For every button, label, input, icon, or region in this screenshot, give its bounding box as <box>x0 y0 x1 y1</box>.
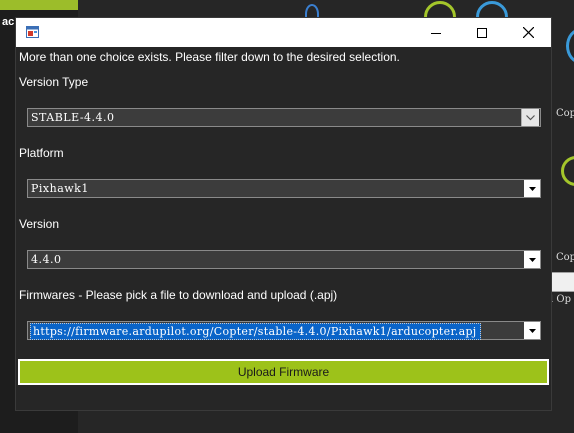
maximize-button[interactable] <box>459 18 505 47</box>
version-label: Version <box>19 217 60 231</box>
firmware-file-value: https://firmware.ardupilot.org/Copter/st… <box>30 323 481 340</box>
minimize-icon <box>431 32 441 34</box>
maximize-icon <box>477 27 487 38</box>
firmware-selection-dialog: More than one choice exists. Please filt… <box>16 18 551 410</box>
close-icon <box>522 27 534 38</box>
close-button[interactable] <box>505 18 551 47</box>
dropdown-button[interactable] <box>521 109 539 126</box>
background-ring-icon <box>566 28 574 64</box>
minimize-button[interactable] <box>413 18 459 47</box>
firmware-file-select[interactable]: https://firmware.ardupilot.org/Copter/st… <box>27 321 541 340</box>
version-type-select[interactable]: STABLE-4.4.0 <box>27 108 541 127</box>
background-button[interactable] <box>551 272 574 292</box>
app-icon <box>26 26 39 38</box>
chevron-down-icon <box>528 328 536 333</box>
dropdown-button[interactable] <box>524 180 540 197</box>
version-value: 4.4.0 <box>31 253 62 266</box>
chevron-down-icon <box>528 257 536 262</box>
instruction-text: More than one choice exists. Please filt… <box>19 50 400 64</box>
background-ring-icon <box>561 156 574 186</box>
background-accent-bar <box>0 0 78 10</box>
dropdown-button[interactable] <box>524 251 540 268</box>
platform-label: Platform <box>19 146 64 160</box>
background-copter-label: Copt <box>556 108 574 119</box>
platform-value: Pixhawk1 <box>31 182 89 195</box>
title-bar[interactable] <box>16 18 551 47</box>
chevron-down-icon <box>528 186 536 191</box>
upload-firmware-button[interactable]: Upload Firmware <box>18 359 549 385</box>
background-copter-label: Copt <box>556 252 574 263</box>
chevron-down-icon <box>526 114 535 120</box>
background-op-label: l Op <box>550 294 571 305</box>
platform-select[interactable]: Pixhawk1 <box>27 179 541 198</box>
dropdown-button[interactable] <box>524 322 540 339</box>
version-type-value: STABLE-4.4.0 <box>31 111 115 124</box>
version-select[interactable]: 4.4.0 <box>27 250 541 269</box>
background-sidebar-text: ac <box>2 16 15 28</box>
version-type-label: Version Type <box>19 75 89 89</box>
firmwares-label: Firmwares - Please pick a file to downlo… <box>19 288 338 302</box>
